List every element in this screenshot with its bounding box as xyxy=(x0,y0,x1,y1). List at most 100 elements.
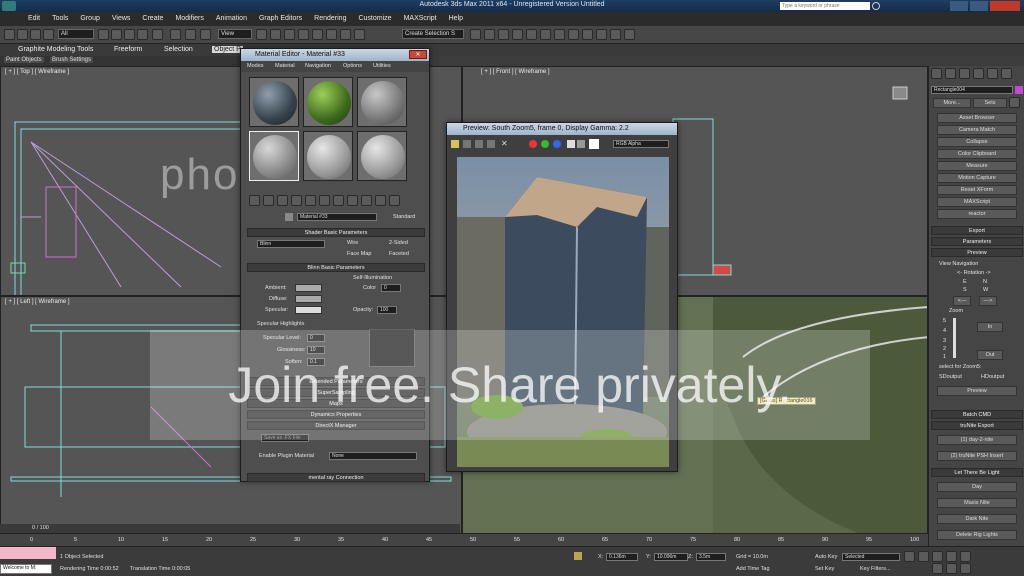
delete-rig-lights-button[interactable]: Delete Rig Lights xyxy=(937,530,1017,540)
maxscript-listener[interactable] xyxy=(0,547,56,559)
set-key-button[interactable]: Set Key xyxy=(815,566,834,572)
print-icon[interactable] xyxy=(487,140,495,148)
north-radio[interactable]: N xyxy=(983,279,987,285)
trunite-export-rollout[interactable]: truNite Export xyxy=(931,421,1023,430)
spinner-snap-icon[interactable] xyxy=(340,29,351,40)
ambient-swatch[interactable] xyxy=(295,284,322,292)
preview-rollout[interactable]: Preview xyxy=(931,248,1023,257)
configure-sets-icon[interactable] xyxy=(1009,97,1020,108)
let-there-be-light-rollout[interactable]: Let There Be Light xyxy=(931,468,1023,477)
diffuse-swatch[interactable] xyxy=(295,295,322,303)
day-light-button[interactable]: Day xyxy=(937,482,1017,492)
menu-help[interactable]: Help xyxy=(443,12,469,26)
tab-freeform[interactable]: Freeform xyxy=(114,46,142,53)
material-slot-3[interactable] xyxy=(357,77,407,127)
assign-material-icon[interactable] xyxy=(277,195,288,206)
reset-map-icon[interactable] xyxy=(291,195,302,206)
material-slot-2[interactable] xyxy=(303,77,353,127)
utilities-tab-icon[interactable] xyxy=(1001,68,1012,79)
export-rollout[interactable]: Export xyxy=(931,226,1023,235)
select-move-icon[interactable] xyxy=(152,29,163,40)
menu-views[interactable]: Views xyxy=(106,12,137,26)
go-sibling-icon[interactable] xyxy=(389,195,400,206)
unlink-icon[interactable] xyxy=(43,29,54,40)
search-icon[interactable] xyxy=(872,2,880,10)
show-end-result-icon[interactable] xyxy=(361,195,372,206)
wire-checkbox[interactable]: Wire xyxy=(347,240,358,246)
rendered-frame-icon[interactable] xyxy=(582,29,593,40)
mental-ray-rollout[interactable]: mental ray Connection xyxy=(247,473,425,482)
mirror-icon[interactable] xyxy=(470,29,481,40)
menu-group[interactable]: Group xyxy=(74,12,105,26)
channel-dropdown[interactable]: RGB Alpha xyxy=(613,140,669,148)
face-map-checkbox[interactable]: Face Map xyxy=(347,251,371,257)
key-mode-dropdown[interactable]: Selected xyxy=(842,553,900,561)
alpha-channel-icon[interactable] xyxy=(567,140,575,148)
material-editor-close-button[interactable]: ✕ xyxy=(409,50,427,59)
percent-snap-icon[interactable] xyxy=(326,29,337,40)
put-to-library-icon[interactable] xyxy=(319,195,330,206)
maxscript-mini-listener[interactable]: Welcome to M: xyxy=(0,564,52,574)
save-image-icon[interactable] xyxy=(451,140,459,148)
tab-selection[interactable]: Selection xyxy=(164,46,193,53)
lock-selection-icon[interactable] xyxy=(574,552,582,560)
hd-output-radio[interactable]: HDoutput xyxy=(981,374,1004,380)
me-menu-options[interactable]: Options xyxy=(343,63,362,69)
dark-nite-button[interactable]: Dark Nite xyxy=(937,514,1017,524)
y-coord-field[interactable]: 10.096m xyxy=(654,553,688,561)
search-input[interactable]: Type a keyword or phrase xyxy=(780,2,870,10)
mono-icon[interactable] xyxy=(577,140,585,148)
camera-match-button[interactable]: Camera Match xyxy=(937,125,1017,135)
rotate-right-button[interactable]: —> xyxy=(979,296,997,306)
named-selection-input[interactable]: Create Selection S xyxy=(402,29,464,39)
measure-button[interactable]: Measure xyxy=(937,161,1017,171)
color-clipboard-button[interactable]: Color Clipboard xyxy=(937,149,1017,159)
maximize-viewport-icon[interactable] xyxy=(960,563,971,574)
reactor-button[interactable]: reactor xyxy=(937,209,1017,219)
material-name-field[interactable]: Material #33 xyxy=(297,213,377,221)
add-time-tag[interactable]: Add Time Tag xyxy=(736,566,770,572)
west-radio[interactable]: W xyxy=(983,287,988,293)
play-icon[interactable] xyxy=(932,551,943,562)
rotate-left-button[interactable]: <— xyxy=(953,296,971,306)
day-to-nite-button[interactable]: (1) day-2-nite xyxy=(937,435,1017,445)
material-id-icon[interactable] xyxy=(333,195,344,206)
prev-frame-icon[interactable] xyxy=(918,551,929,562)
close-button[interactable] xyxy=(990,1,1020,11)
maxis-nite-button[interactable]: Maxis Nite xyxy=(937,498,1017,508)
render-active-icon[interactable] xyxy=(624,29,635,40)
minimize-button[interactable] xyxy=(950,1,968,11)
material-slot-1[interactable] xyxy=(249,77,299,127)
angle-snap-icon[interactable] xyxy=(312,29,323,40)
faceted-checkbox[interactable]: Faceted xyxy=(389,251,409,257)
render-iterative-icon[interactable] xyxy=(610,29,621,40)
asset-browser-button[interactable]: Asset Browser xyxy=(937,113,1017,123)
zoom-out-button[interactable]: Out xyxy=(977,350,1003,360)
region-select-icon[interactable] xyxy=(124,29,135,40)
zoom-extents-icon[interactable] xyxy=(932,563,943,574)
menu-animation[interactable]: Animation xyxy=(210,12,253,26)
maxscript-button[interactable]: MAXScript xyxy=(937,197,1017,207)
background-color-swatch[interactable] xyxy=(589,139,599,149)
render-production-icon[interactable] xyxy=(596,29,607,40)
window-crossing-icon[interactable] xyxy=(137,29,148,40)
auto-key-button[interactable]: Auto Key xyxy=(815,554,837,560)
menu-modifiers[interactable]: Modifiers xyxy=(169,12,209,26)
brush-settings-tab[interactable]: Brush Settings xyxy=(50,57,94,63)
snap-toggle-icon[interactable] xyxy=(298,29,309,40)
display-tab-icon[interactable] xyxy=(987,68,998,79)
curve-editor-icon[interactable] xyxy=(526,29,537,40)
maximize-button[interactable] xyxy=(970,1,988,11)
menu-tools[interactable]: Tools xyxy=(46,12,74,26)
selection-filter-dropdown[interactable]: All xyxy=(58,29,94,39)
select-object-icon[interactable] xyxy=(98,29,109,40)
link-icon[interactable] xyxy=(30,29,41,40)
tab-graphite-modeling[interactable]: Graphite Modeling Tools xyxy=(18,46,93,53)
menu-create[interactable]: Create xyxy=(136,12,169,26)
layer-manager-icon[interactable] xyxy=(498,29,509,40)
z-coord-field[interactable]: 3.5m xyxy=(696,553,726,561)
make-unique-icon[interactable] xyxy=(305,195,316,206)
blue-channel-icon[interactable] xyxy=(553,140,561,148)
material-slot-6[interactable] xyxy=(357,131,407,181)
redo-icon[interactable] xyxy=(17,29,28,40)
